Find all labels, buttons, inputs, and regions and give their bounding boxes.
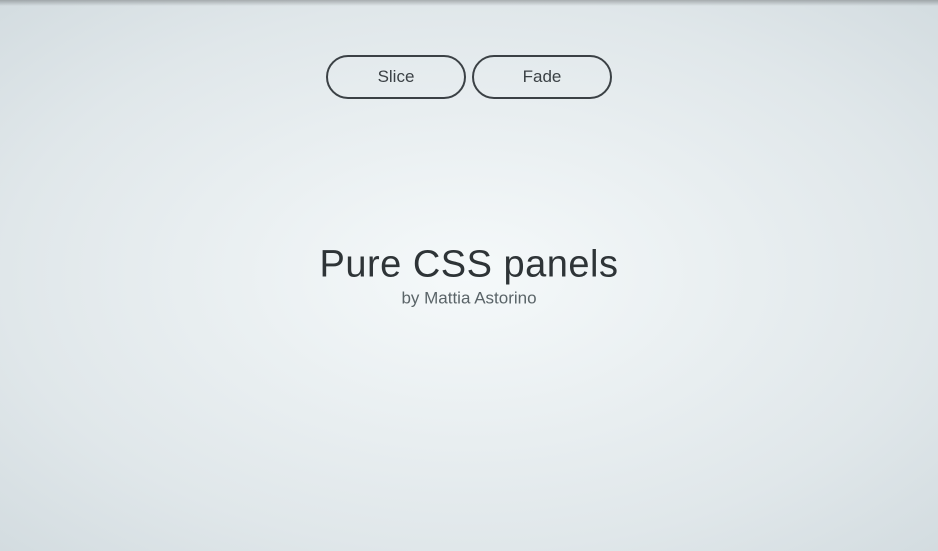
top-shadow <box>0 0 938 6</box>
page-subtitle: by Mattia Astorino <box>320 288 619 308</box>
button-row: Slice Fade <box>0 55 938 99</box>
page-title: Pure CSS panels <box>320 243 619 286</box>
center-content: Pure CSS panels by Mattia Astorino <box>320 243 619 308</box>
slice-button[interactable]: Slice <box>326 55 466 99</box>
fade-button[interactable]: Fade <box>472 55 612 99</box>
